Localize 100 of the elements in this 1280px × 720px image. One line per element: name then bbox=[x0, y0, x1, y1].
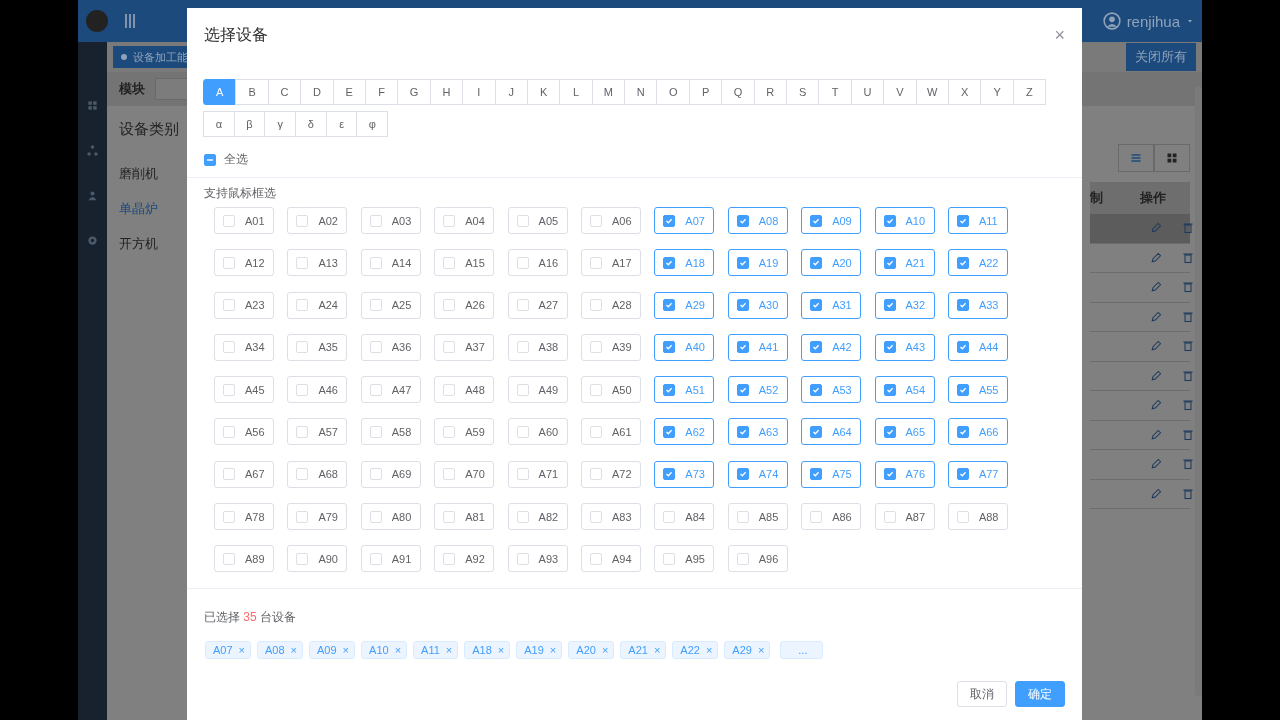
device-option[interactable]: A17 bbox=[580, 249, 641, 277]
letter-tab[interactable]: N bbox=[624, 79, 658, 105]
close-all-button[interactable]: 关闭所有 bbox=[1126, 43, 1196, 71]
letter-tab[interactable]: α bbox=[203, 111, 235, 137]
letter-tab[interactable]: K bbox=[526, 79, 561, 105]
device-option[interactable]: A80 bbox=[360, 503, 421, 531]
device-option[interactable]: A84 bbox=[654, 503, 715, 531]
cancel-button[interactable]: 取消 bbox=[957, 681, 1007, 708]
device-option[interactable]: A13 bbox=[287, 249, 348, 277]
letter-tab[interactable]: G bbox=[397, 79, 431, 105]
device-option[interactable]: A90 bbox=[287, 545, 348, 573]
device-option[interactable]: A91 bbox=[360, 545, 421, 573]
device-option[interactable]: A16 bbox=[507, 249, 568, 277]
device-option[interactable]: A49 bbox=[507, 376, 568, 404]
letter-tab[interactable]: Y bbox=[980, 79, 1014, 105]
device-option[interactable]: A86 bbox=[801, 503, 862, 531]
device-option[interactable]: A50 bbox=[580, 376, 641, 404]
device-option[interactable]: A61 bbox=[580, 418, 641, 446]
device-option[interactable]: A96 bbox=[727, 545, 788, 573]
device-option[interactable]: A83 bbox=[580, 503, 641, 531]
list-view-button[interactable] bbox=[1118, 144, 1154, 172]
user-name[interactable]: renjihua bbox=[1126, 12, 1180, 30]
letter-tab[interactable]: J bbox=[494, 79, 528, 105]
letter-tab[interactable]: F bbox=[364, 79, 399, 105]
device-option[interactable]: A46 bbox=[287, 376, 348, 404]
device-option[interactable]: A12 bbox=[214, 249, 274, 277]
device-option[interactable]: A57 bbox=[287, 418, 348, 446]
device-option[interactable]: A15 bbox=[434, 249, 495, 277]
device-option[interactable]: A69 bbox=[360, 460, 421, 488]
letter-tab[interactable]: ε bbox=[325, 111, 358, 137]
device-option[interactable]: A78 bbox=[214, 503, 274, 531]
letter-tab[interactable]: C bbox=[267, 79, 302, 105]
device-option[interactable]: A71 bbox=[507, 460, 568, 488]
device-option[interactable]: A92 bbox=[434, 545, 495, 573]
letter-tab[interactable]: O bbox=[656, 79, 690, 105]
device-option[interactable]: A37 bbox=[434, 333, 495, 361]
device-option[interactable]: A89 bbox=[214, 545, 274, 573]
device-option[interactable]: A58 bbox=[360, 418, 421, 446]
device-option[interactable]: A59 bbox=[434, 418, 495, 446]
device-option[interactable]: A27 bbox=[507, 291, 568, 319]
device-option[interactable]: A35 bbox=[287, 333, 348, 361]
device-option[interactable]: A06 bbox=[580, 207, 641, 234]
device-option[interactable]: A67 bbox=[214, 460, 274, 488]
letter-tab[interactable]: E bbox=[332, 79, 366, 105]
letter-tab[interactable]: W bbox=[915, 79, 949, 105]
device-option[interactable]: A38 bbox=[507, 333, 568, 361]
letter-tab[interactable]: β bbox=[233, 111, 266, 137]
grid-view-button[interactable] bbox=[1154, 144, 1190, 172]
letter-tab[interactable]: P bbox=[688, 79, 723, 105]
device-option[interactable]: A56 bbox=[214, 418, 274, 446]
letter-tab[interactable]: U bbox=[850, 79, 885, 105]
device-option[interactable]: A25 bbox=[360, 291, 421, 319]
letter-tab[interactable]: Z bbox=[1012, 79, 1047, 105]
device-option[interactable]: A28 bbox=[580, 291, 641, 319]
device-option[interactable]: A48 bbox=[434, 376, 495, 404]
device-option[interactable]: A26 bbox=[434, 291, 495, 319]
letter-tab[interactable]: D bbox=[300, 79, 334, 105]
device-option[interactable]: A94 bbox=[580, 545, 641, 573]
letter-tab[interactable]: X bbox=[948, 79, 982, 105]
device-option[interactable]: A02 bbox=[287, 207, 348, 234]
device-option[interactable]: A04 bbox=[434, 207, 495, 234]
select-all-checkbox[interactable] bbox=[204, 153, 216, 166]
device-option[interactable]: A95 bbox=[654, 545, 715, 573]
scrollbar[interactable] bbox=[1195, 86, 1202, 696]
device-option[interactable]: A14 bbox=[360, 249, 421, 277]
device-option[interactable]: A72 bbox=[580, 460, 641, 488]
device-option[interactable]: A93 bbox=[507, 545, 568, 573]
device-option[interactable]: A05 bbox=[507, 207, 568, 234]
letter-tab[interactable]: V bbox=[883, 79, 917, 105]
letter-tab[interactable]: T bbox=[818, 79, 852, 105]
letter-tab[interactable]: Q bbox=[721, 79, 755, 105]
device-option[interactable]: A39 bbox=[580, 333, 641, 361]
device-option[interactable]: A03 bbox=[360, 207, 421, 234]
letter-tab[interactable]: B bbox=[235, 79, 269, 105]
device-option[interactable]: A88 bbox=[947, 503, 1008, 531]
device-option[interactable]: A60 bbox=[507, 418, 568, 446]
letter-tab[interactable]: L bbox=[559, 79, 593, 105]
device-option[interactable]: A79 bbox=[287, 503, 348, 531]
letter-tab[interactable]: φ bbox=[356, 111, 389, 137]
device-option[interactable]: A01 bbox=[214, 207, 274, 234]
device-option[interactable]: A87 bbox=[874, 503, 935, 531]
letter-tab[interactable]: I bbox=[462, 79, 496, 105]
device-option[interactable]: A82 bbox=[507, 503, 568, 531]
device-option[interactable]: A24 bbox=[287, 291, 348, 319]
device-option[interactable]: A45 bbox=[214, 376, 274, 404]
letter-tab[interactable]: S bbox=[786, 79, 820, 105]
select-all-label[interactable]: 全选 bbox=[224, 151, 248, 168]
device-option[interactable]: A85 bbox=[727, 503, 788, 531]
letter-tab[interactable]: γ bbox=[264, 111, 297, 137]
letter-tab[interactable]: R bbox=[753, 79, 788, 105]
device-option[interactable]: A23 bbox=[214, 291, 274, 319]
device-option[interactable]: A68 bbox=[287, 460, 348, 488]
device-option[interactable]: A36 bbox=[360, 333, 421, 361]
letter-tab[interactable]: δ bbox=[295, 111, 327, 137]
device-option[interactable]: A81 bbox=[434, 503, 495, 531]
table-row[interactable] bbox=[1090, 214, 1190, 244]
device-option[interactable]: A47 bbox=[360, 376, 421, 404]
device-option[interactable]: A70 bbox=[434, 460, 495, 488]
device-option[interactable]: A34 bbox=[214, 333, 274, 361]
letter-tab[interactable]: H bbox=[429, 79, 464, 105]
